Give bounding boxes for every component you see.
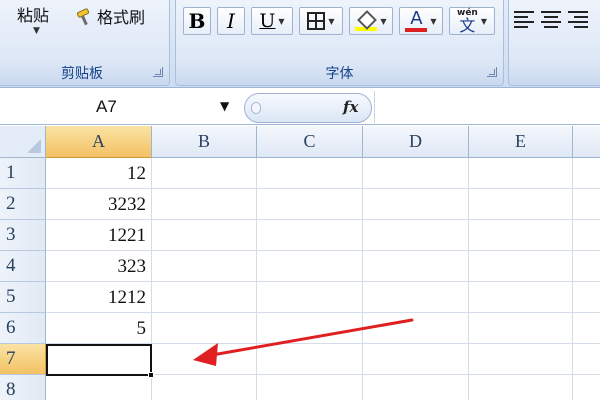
phonetic-guide-icon: wén 文: [457, 8, 478, 34]
paint-bucket-icon: [357, 12, 375, 26]
font-group-label: 字体: [325, 66, 354, 82]
name-box[interactable]: A7 ▼: [0, 93, 240, 121]
row-header-8[interactable]: 8: [0, 375, 46, 400]
column-header-b[interactable]: B: [152, 126, 257, 158]
fill-color-button[interactable]: ▼: [349, 7, 393, 35]
formula-bar-resize-handle[interactable]: [251, 102, 261, 114]
bold-button[interactable]: B: [183, 7, 211, 35]
font-toolbar-row: B I U ▼ ▼ ▼ A ▼ wén 文 ▼: [183, 6, 501, 36]
name-box-value: A7: [96, 97, 117, 116]
fill-color-dropdown-icon[interactable]: ▼: [380, 17, 386, 26]
ribbon: 粘贴 ▼ 格式刷 剪贴板 字体 B I U ▼ ▼ ▼ A ▼ wén 文 ▼: [0, 0, 600, 88]
cell-a2[interactable]: 3232: [46, 189, 150, 220]
cell-grid[interactable]: 12 3232 1221 323 1212 5: [46, 158, 600, 400]
clipboard-group: 粘贴 ▼ 格式刷 剪贴板: [0, 0, 170, 86]
row-header-4[interactable]: 4: [0, 251, 46, 282]
font-color-button[interactable]: A ▼: [399, 7, 443, 35]
font-color-letter: A: [410, 8, 423, 29]
formula-tools-pill: fx: [244, 93, 372, 123]
cell-a3[interactable]: 1221: [46, 220, 150, 251]
format-painter-label: 格式刷: [97, 8, 146, 27]
column-header-a[interactable]: A: [46, 126, 152, 158]
row-header-1[interactable]: 1: [0, 158, 46, 189]
borders-button[interactable]: ▼: [299, 7, 343, 35]
phonetic-dropdown-icon[interactable]: ▼: [481, 17, 487, 26]
underline-button[interactable]: U ▼: [251, 7, 293, 35]
clipboard-group-label: 剪贴板: [61, 66, 103, 82]
column-header-e[interactable]: E: [469, 126, 573, 158]
underline-dropdown-icon[interactable]: ▼: [278, 17, 284, 26]
formula-input[interactable]: [374, 91, 600, 123]
phonetic-char: 文: [459, 16, 476, 35]
name-box-dropdown-icon[interactable]: ▼: [220, 99, 229, 113]
insert-function-button[interactable]: fx: [343, 98, 358, 116]
italic-button[interactable]: I: [217, 7, 245, 35]
font-dialog-launcher-icon[interactable]: [487, 67, 497, 77]
column-header-d[interactable]: D: [363, 126, 469, 158]
row-header-5[interactable]: 5: [0, 282, 46, 313]
paintbrush-icon: [75, 7, 93, 26]
row-header-6[interactable]: 6: [0, 313, 46, 344]
formula-bar: A7 ▼ fx: [0, 89, 600, 125]
format-painter-button[interactable]: 格式刷: [75, 4, 145, 28]
borders-icon: [307, 12, 326, 30]
cell-a1[interactable]: 12: [46, 158, 150, 189]
column-header-partial[interactable]: [573, 126, 600, 158]
font-color-dropdown-icon[interactable]: ▼: [430, 17, 436, 26]
clipboard-dialog-launcher-icon[interactable]: [153, 67, 163, 77]
row-header-2[interactable]: 2: [0, 189, 46, 220]
align-right-icon[interactable]: [566, 8, 588, 28]
cell-a5[interactable]: 1212: [46, 282, 150, 313]
column-header-c[interactable]: C: [257, 126, 363, 158]
row-header-7[interactable]: 7: [0, 344, 46, 375]
borders-dropdown-icon[interactable]: ▼: [328, 17, 334, 26]
select-all-corner[interactable]: [0, 126, 46, 158]
cell-a6[interactable]: 5: [46, 313, 150, 344]
paste-dropdown-icon[interactable]: ▼: [33, 26, 40, 36]
fill-handle[interactable]: [148, 372, 154, 378]
phonetic-guide-button[interactable]: wén 文 ▼: [449, 7, 495, 35]
underline-label: U: [259, 10, 276, 32]
paste-button[interactable]: 粘贴: [17, 2, 49, 26]
align-center-icon[interactable]: [540, 8, 562, 28]
font-color-swatch: [405, 28, 428, 32]
selected-cell-a7[interactable]: [46, 344, 154, 378]
row-header-3[interactable]: 3: [0, 220, 46, 251]
cell-a4[interactable]: 323: [46, 251, 150, 282]
alignment-row: [514, 8, 592, 28]
align-left-icon[interactable]: [514, 8, 536, 28]
